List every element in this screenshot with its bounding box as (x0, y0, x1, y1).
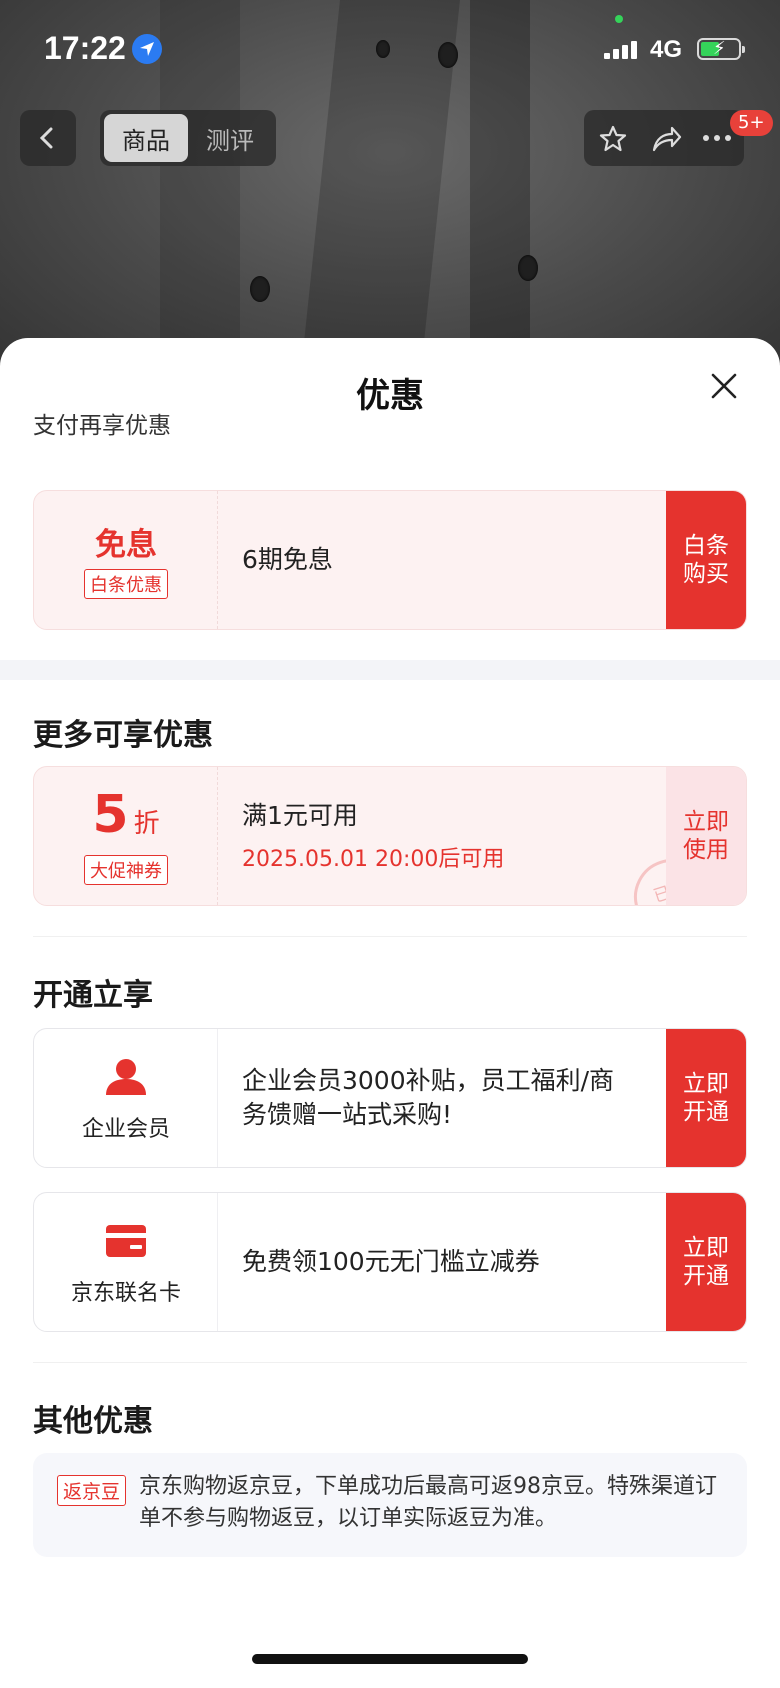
jingdou-tag: 返京豆 (57, 1475, 127, 1506)
status-time: 17:22 (44, 30, 126, 66)
jingdou-text: 京东购物返京豆，下单成功后最高可返98京豆。特殊渠道订单不参与购物返豆，以订单实… (139, 1474, 717, 1531)
pay-section-label: 支付再享优惠 (33, 413, 171, 439)
tab-product[interactable]: 商品 (104, 114, 188, 162)
back-button[interactable] (20, 110, 76, 166)
more-icon[interactable] (702, 134, 732, 142)
product-tabs: 商品 测评 (100, 110, 276, 166)
other-section-title: 其他优惠 (33, 1404, 153, 1439)
jd-card-label: 京东联名卡 (70, 1281, 181, 1306)
enterprise-label: 企业会员 (81, 1117, 170, 1142)
jd-card: 京东联名卡 免费领100元无门槛立减券 立即开通 (33, 1192, 747, 1332)
coupon-condition: 满1元可用 (242, 801, 358, 830)
status-bar: 17:22 4G ⚡ (0, 0, 780, 100)
baitiao-buy-button[interactable]: 白条购买 (666, 491, 746, 629)
home-indicator[interactable] (252, 1654, 528, 1664)
star-icon[interactable] (598, 124, 628, 154)
open-section-title: 开通立享 (33, 978, 153, 1013)
network-type: 4G (650, 36, 683, 63)
location-arrow-icon (132, 34, 162, 64)
cellular-signal-icon (604, 40, 640, 59)
close-icon[interactable] (708, 370, 740, 402)
privacy-indicator-dot (615, 15, 623, 23)
credit-card-icon (106, 1225, 146, 1257)
section-divider (0, 660, 780, 680)
enterprise-card: 企业会员 企业会员3000补贴，员工福利/商务馈赠一站式采购! 立即开通 (33, 1028, 747, 1168)
open-enterprise-button[interactable]: 立即开通 (666, 1029, 746, 1167)
chevron-left-icon (39, 127, 53, 149)
user-icon (106, 1059, 146, 1095)
battery-icon: ⚡ (697, 38, 745, 60)
coupon-value: 5 (92, 785, 129, 845)
nav-actions (584, 110, 744, 166)
baitiao-title: 免息 (95, 527, 157, 563)
share-icon[interactable] (650, 124, 682, 154)
coupon-tag: 大促神券 (84, 855, 168, 885)
use-coupon-button[interactable]: 立即使用 (666, 767, 746, 905)
baitiao-card: 免息 白条优惠 6期免息 白条购买 (33, 490, 747, 630)
open-jd-card-button[interactable]: 立即开通 (666, 1193, 746, 1331)
enterprise-text: 企业会员3000补贴，员工福利/商务馈赠一站式采购! (242, 1066, 615, 1129)
coupon-valid-time: 2025.05.01 20:00后可用 (242, 847, 505, 872)
baitiao-card-left: 免息 白条优惠 (34, 491, 218, 629)
more-section-title: 更多可享优惠 (33, 718, 213, 753)
enterprise-card-left: 企业会员 (34, 1029, 218, 1167)
jingdou-info-box: 返京豆 京东购物返京豆，下单成功后最高可返98京豆。特殊渠道订单不参与购物返豆，… (33, 1453, 747, 1557)
jd-card-left: 京东联名卡 (34, 1193, 218, 1331)
message-count-badge: 5+ (730, 110, 773, 136)
coupon-card-left: 5 折 大促神券 (34, 767, 218, 905)
discount-sheet: 优惠 支付再享优惠 免息 白条优惠 6期免息 白条购买 更多可享优惠 5 折 大… (0, 338, 780, 1688)
coupon-card: 5 折 大促神券 满1元可用 2025.05.01 20:00后可用 已领 立即… (33, 766, 747, 906)
baitiao-tag: 白条优惠 (84, 569, 168, 599)
tab-review[interactable]: 测评 (188, 114, 272, 162)
divider-line (33, 1362, 747, 1363)
jd-card-text: 免费领100元无门槛立减券 (242, 1247, 540, 1276)
coupon-unit: 折 (133, 809, 160, 839)
baitiao-text: 6期免息 (242, 545, 333, 574)
divider-line (33, 936, 747, 937)
